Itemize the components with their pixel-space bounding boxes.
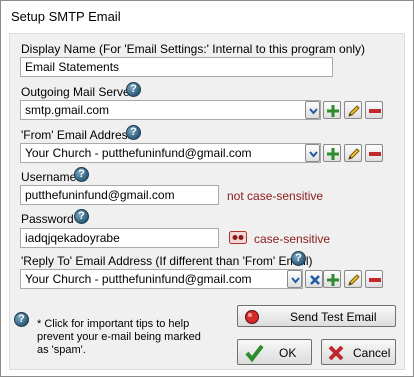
display-name-label: Display Name (For 'Email Settings:' Inte…	[21, 42, 366, 56]
cancel-button[interactable]: Cancel	[321, 339, 396, 365]
x-icon[interactable]	[305, 270, 323, 288]
help-icon[interactable]: ?	[126, 125, 141, 140]
minus-icon[interactable]	[365, 101, 383, 119]
from-address-combo[interactable]: Your Church - putthefuninfund@gmail.com	[20, 143, 321, 163]
ok-label: OK	[279, 346, 297, 360]
username-label: Username	[21, 170, 77, 184]
red-record-icon	[245, 310, 259, 324]
chevron-down-icon[interactable]	[305, 144, 320, 162]
minus-icon[interactable]	[365, 270, 383, 288]
pencil-icon[interactable]	[344, 144, 362, 162]
password-input[interactable]: iadqjqekadoyrabe	[20, 228, 219, 248]
smtp-setup-dialog: Setup SMTP Email Display Name (For 'Emai…	[0, 0, 414, 377]
help-icon[interactable]: ?	[291, 251, 306, 266]
chevron-down-icon[interactable]	[305, 101, 320, 119]
send-test-email-label: Send Test Email	[290, 310, 377, 324]
chevron-down-icon[interactable]	[287, 270, 302, 288]
reply-to-label: 'Reply To' Email Address (If different t…	[21, 254, 313, 268]
password-case-note: case-sensitive	[254, 232, 331, 246]
help-icon[interactable]: ?	[14, 312, 29, 327]
cancel-label: Cancel	[353, 346, 391, 360]
password-label: Password	[21, 212, 74, 226]
send-test-email-button[interactable]: Send Test Email	[237, 305, 396, 327]
plus-icon[interactable]	[323, 101, 341, 119]
plus-icon[interactable]	[323, 270, 341, 288]
minus-icon[interactable]	[365, 144, 383, 162]
spam-tip-text[interactable]: * Click for important tips to help preve…	[37, 318, 207, 357]
title-bar: Setup SMTP Email	[1, 1, 413, 33]
display-name-input[interactable]: Email Statements	[20, 57, 333, 77]
reply-to-combo[interactable]: Your Church - putthefuninfund@gmail.com	[20, 269, 303, 289]
window-title: Setup SMTP Email	[11, 9, 121, 24]
help-icon[interactable]: ?	[74, 167, 89, 182]
username-case-note: not case-sensitive	[227, 189, 324, 203]
username-input[interactable]: putthefuninfund@gmail.com	[20, 185, 219, 205]
eye-mask-icon[interactable]	[229, 231, 247, 244]
ok-button[interactable]: OK	[237, 339, 312, 365]
green-check-icon	[245, 344, 264, 363]
pencil-icon[interactable]	[344, 270, 362, 288]
from-address-label: 'From' Email Address	[21, 128, 134, 142]
outgoing-server-combo[interactable]: smtp.gmail.com	[20, 100, 321, 120]
pencil-icon[interactable]	[344, 101, 362, 119]
red-x-icon	[328, 345, 344, 361]
plus-icon[interactable]	[323, 144, 341, 162]
outgoing-server-label: Outgoing Mail Server	[21, 85, 134, 99]
help-icon[interactable]: ?	[126, 82, 141, 97]
help-icon[interactable]: ?	[74, 209, 89, 224]
